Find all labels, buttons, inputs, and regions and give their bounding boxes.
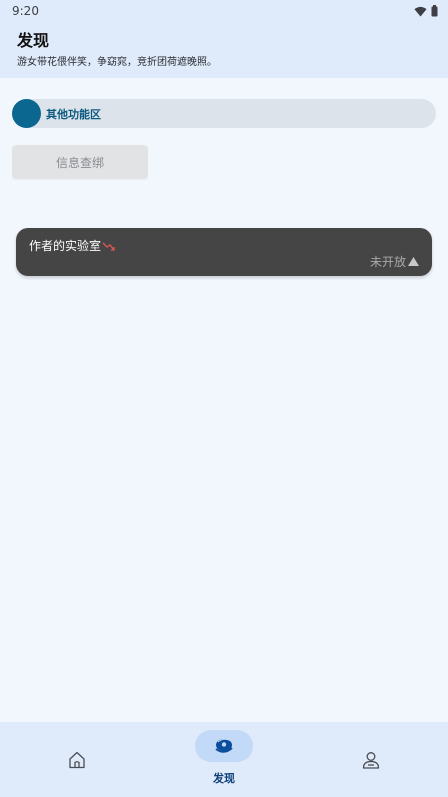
section-dot-icon <box>12 99 41 128</box>
lab-status-row: 未开放 <box>370 253 419 270</box>
nav-item-profile[interactable] <box>321 722 421 797</box>
nav-item-discover[interactable]: 发现 <box>174 722 274 797</box>
app-bar: 发现 游女带花偎伴笑，争窈窕，竞折团荷遮晚照。 <box>0 22 448 78</box>
nav-discover-label: 发现 <box>213 772 235 785</box>
home-icon <box>69 751 85 769</box>
page-subtitle: 游女带花偎伴笑，争窈窕，竞折团荷遮晚照。 <box>17 57 217 68</box>
nav-profile-icon-wrap <box>342 744 400 776</box>
wifi-icon <box>414 6 427 17</box>
status-time: 9:20 <box>12 4 39 18</box>
lab-title-row: 作者的实验室 <box>29 237 116 254</box>
profile-icon <box>362 752 380 769</box>
nav-discover-icon-wrap <box>195 730 253 762</box>
author-lab-card[interactable]: 作者的实验室 未开放 <box>16 228 432 276</box>
triangle-up-icon[interactable] <box>408 257 419 266</box>
trend-down-icon <box>102 242 115 251</box>
battery-icon <box>431 5 438 17</box>
lab-title: 作者的实验室 <box>29 239 102 253</box>
section-header-other-features: 其他功能区 <box>12 99 436 128</box>
lab-status: 未开放 <box>369 255 406 269</box>
bottom-navigation: 发现 <box>0 722 448 797</box>
section-label: 其他功能区 <box>46 107 101 121</box>
discover-icon <box>215 738 233 753</box>
info-bind-button[interactable]: 信息查绑 <box>12 145 148 179</box>
status-bar: 9:20 <box>0 0 448 22</box>
nav-item-home[interactable] <box>27 722 127 797</box>
status-icons <box>414 5 438 17</box>
nav-home-icon-wrap <box>48 744 106 776</box>
page-title: 发现 <box>17 31 50 50</box>
